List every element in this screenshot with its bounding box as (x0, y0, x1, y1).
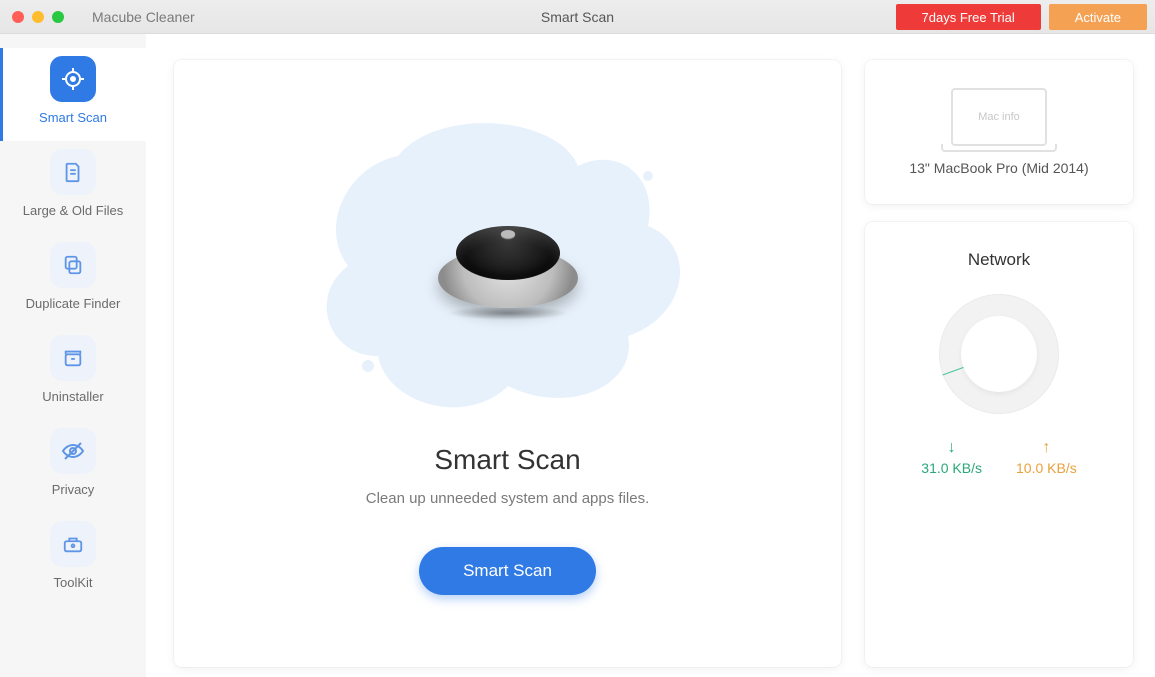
sidebar-item-label: Smart Scan (0, 110, 146, 125)
upload-speed: 10.0 KB/s (1016, 460, 1077, 476)
robot-vacuum-icon (438, 218, 578, 318)
sidebar-item-label: Duplicate Finder (0, 296, 146, 311)
eye-off-icon (50, 428, 96, 474)
mac-info-panel[interactable]: Mac info 13" MacBook Pro (Mid 2014) (865, 60, 1133, 204)
toolbox-icon (50, 521, 96, 567)
scan-illustration (278, 96, 738, 426)
network-title: Network (968, 250, 1030, 270)
upload-stat: ↑ 10.0 KB/s (1016, 440, 1077, 476)
fullscreen-window-button[interactable] (52, 11, 64, 23)
sidebar-item-label: ToolKit (0, 575, 146, 590)
download-stat: ↓ 31.0 KB/s (921, 440, 982, 476)
main-area: Smart Scan Clean up unneeded system and … (146, 34, 1155, 677)
sidebar-item-large-old-files[interactable]: Large & Old Files (0, 141, 146, 234)
sidebar-item-label: Large & Old Files (0, 203, 146, 218)
minimize-window-button[interactable] (32, 11, 44, 23)
mac-info-illustration-text: Mac info (978, 111, 1020, 123)
copy-icon (50, 242, 96, 288)
activate-button[interactable]: Activate (1049, 4, 1147, 30)
file-icon (50, 149, 96, 195)
smart-scan-panel: Smart Scan Clean up unneeded system and … (174, 60, 841, 667)
download-speed: 31.0 KB/s (921, 460, 982, 476)
target-icon (50, 56, 96, 102)
sidebar-item-toolkit[interactable]: ToolKit (0, 513, 146, 606)
arrow-down-icon: ↓ (921, 440, 982, 456)
main-title: Smart Scan (434, 444, 580, 476)
sidebar: Smart Scan Large & Old Files Duplicate F… (0, 34, 146, 677)
archive-icon (50, 335, 96, 381)
network-gauge (939, 294, 1059, 414)
arrow-up-icon: ↑ (1016, 440, 1077, 456)
sidebar-item-label: Privacy (0, 482, 146, 497)
free-trial-button[interactable]: 7days Free Trial (896, 4, 1041, 30)
network-panel: Network ↓ 31.0 KB/s ↑ 10.0 KB/s (865, 222, 1133, 667)
sidebar-item-label: Uninstaller (0, 389, 146, 404)
window-controls (12, 11, 64, 23)
sidebar-item-smart-scan[interactable]: Smart Scan (0, 48, 146, 141)
close-window-button[interactable] (12, 11, 24, 23)
sidebar-item-privacy[interactable]: Privacy (0, 420, 146, 513)
main-subtitle: Clean up unneeded system and apps files. (366, 490, 650, 507)
smart-scan-button[interactable]: Smart Scan (419, 547, 596, 595)
device-name: 13" MacBook Pro (Mid 2014) (909, 160, 1088, 176)
laptop-icon: Mac info (951, 88, 1047, 146)
sidebar-item-uninstaller[interactable]: Uninstaller (0, 327, 146, 420)
sidebar-item-duplicate-finder[interactable]: Duplicate Finder (0, 234, 146, 327)
app-name: Macube Cleaner (92, 9, 195, 25)
titlebar: Macube Cleaner Smart Scan 7days Free Tri… (0, 0, 1155, 34)
